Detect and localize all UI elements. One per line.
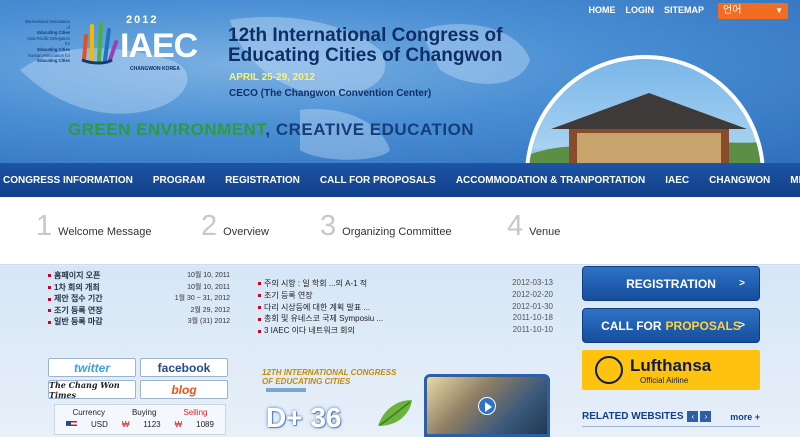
- list-item[interactable]: 다리 시상등에 대한 계획 발표 ... 2012-01-30: [258, 302, 553, 314]
- list-item[interactable]: 총회 및 유네스코 국제 Symposiu ... 2011-10-18: [258, 313, 553, 325]
- facebook-button[interactable]: facebook: [140, 358, 228, 377]
- site-header: HOME LOGIN SITEMAP 언어 ▼ International As…: [0, 0, 800, 163]
- congress-submenu: 1 Welcome Message 2 Overview 3 Organizin…: [0, 197, 800, 265]
- nav-registration[interactable]: REGISTRATION: [215, 175, 310, 186]
- chevron-right-icon[interactable]: ›: [700, 411, 712, 422]
- list-item[interactable]: 1차 회의 개최 10월 10, 2011: [48, 282, 230, 294]
- congress-title: 12th International Congress of Educating…: [228, 25, 503, 66]
- congress-date: APRIL 25-29, 2012: [229, 72, 315, 83]
- blog-button[interactable]: blog: [140, 380, 228, 399]
- us-flag-icon: [65, 421, 77, 428]
- nav-congress-information[interactable]: CONGRESS INFORMATION: [0, 175, 143, 186]
- list-item[interactable]: 3 IAEC 이다 네트워크 회의 2011-10-10: [258, 325, 553, 337]
- list-item[interactable]: 주의 시항 : 일 학회 ...의 A-1 적 2012-03-13: [258, 278, 553, 290]
- logo-wordmark: IAEC: [120, 27, 198, 65]
- schedule-list: 홈페이지 오픈 10월 10, 2011 1차 회의 개최 10월 10, 2011…: [48, 270, 230, 328]
- colorful-hand-icon: [81, 22, 118, 65]
- leaf-icon: [378, 400, 412, 426]
- nav-changwon[interactable]: CHANGWON: [699, 175, 780, 186]
- submenu-venue[interactable]: 4 Venue: [507, 212, 560, 241]
- social-links: twitter facebook The Chang Won Times blo…: [48, 358, 230, 402]
- list-item[interactable]: 일반 등록 마감 3월 (31) 2012: [48, 316, 230, 328]
- news-list: 주의 시항 : 일 학회 ...의 A-1 적 2012-03-13 조기 등록 …: [258, 278, 553, 337]
- logo-fine-print: International Association of Educating C…: [24, 19, 70, 64]
- nav-iaec[interactable]: IAEC: [655, 175, 699, 186]
- top-links: HOME LOGIN SITEMAP: [588, 5, 704, 15]
- submenu-overview[interactable]: 2 Overview: [201, 212, 269, 241]
- bullet-icon: [48, 297, 51, 301]
- currency-widget: Currency Buying Selling USD ₩ 1123 ₩ 108…: [54, 404, 226, 435]
- bullet-icon: [258, 305, 261, 309]
- congress-slogan: GREEN ENVIRONMENT, CREATIVE EDUCATION: [68, 120, 475, 139]
- bullet-icon: [48, 309, 51, 313]
- language-select[interactable]: 언어 ▼: [718, 3, 788, 19]
- main-content: 홈페이지 오픈 10월 10, 2011 1차 회의 개최 10월 10, 2011…: [0, 266, 800, 437]
- submenu-organizing-committee[interactable]: 3 Organizing Committee: [320, 212, 452, 241]
- play-icon[interactable]: [478, 397, 496, 415]
- chevron-right-icon: >: [739, 320, 745, 331]
- nav-media-center[interactable]: MEDIA CENTER: [780, 175, 800, 186]
- dday-divider: [266, 388, 306, 392]
- login-link[interactable]: LOGIN: [625, 5, 654, 15]
- main-nav: CONGRESS INFORMATION PROGRAM REGISTRATIO…: [0, 163, 800, 197]
- logo-subtitle: CHANGWON KOREA: [130, 66, 180, 72]
- bullet-icon: [258, 317, 261, 321]
- dday-counter: D+ 36: [266, 402, 342, 433]
- bullet-icon: [48, 285, 51, 289]
- list-item[interactable]: 홈페이지 오픈 10월 10, 2011: [48, 270, 230, 282]
- bullet-icon: [48, 320, 51, 324]
- nav-program[interactable]: PROGRAM: [143, 175, 215, 186]
- twitter-button[interactable]: twitter: [48, 358, 136, 377]
- chevron-down-icon: ▼: [775, 6, 783, 15]
- nav-call-for-proposals[interactable]: CALL FOR PROPOSALS: [310, 175, 446, 186]
- list-item[interactable]: 조기 등록 연장 2012-02-20: [258, 290, 553, 302]
- congress-promo-title: 12TH INTERNATIONAL CONGRESS OF EDUCATING…: [262, 368, 397, 386]
- chevron-right-icon: >: [739, 278, 745, 289]
- congress-venue: CECO (The Changwon Convention Center): [229, 88, 432, 99]
- registration-button[interactable]: REGISTRATION >: [582, 266, 760, 301]
- iaec-logo[interactable]: International Association of Educating C…: [22, 14, 214, 84]
- chevron-left-icon[interactable]: ‹: [687, 411, 699, 422]
- bullet-icon: [48, 274, 51, 278]
- nav-accommodation[interactable]: ACCOMMODATION & TRANPORTATION: [446, 175, 655, 186]
- list-item[interactable]: 조기 등록 연장 2월 29, 2012: [48, 305, 230, 317]
- lufthansa-banner[interactable]: Lufthansa Official Airline: [582, 350, 760, 390]
- bullet-icon: [258, 282, 261, 286]
- list-item[interactable]: 제안 접수 기간 1월 30 ~ 31, 2012: [48, 293, 230, 305]
- promo-video-thumbnail[interactable]: [424, 374, 550, 437]
- logo-year: 2012: [126, 14, 159, 26]
- bullet-icon: [258, 329, 261, 333]
- submenu-welcome-message[interactable]: 1 Welcome Message: [36, 212, 151, 241]
- changwon-times-button[interactable]: The Chang Won Times: [48, 380, 136, 400]
- sitemap-link[interactable]: SITEMAP: [664, 5, 704, 15]
- more-link[interactable]: more +: [730, 412, 760, 422]
- home-link[interactable]: HOME: [588, 5, 615, 15]
- bullet-icon: [258, 294, 261, 298]
- related-divider: [582, 426, 760, 427]
- crane-logo-icon: [595, 356, 623, 384]
- related-websites-header: RELATED WEBSITES ‹ › more +: [582, 411, 760, 422]
- call-for-proposals-button[interactable]: CALL FOR PROPOSALS >: [582, 308, 760, 343]
